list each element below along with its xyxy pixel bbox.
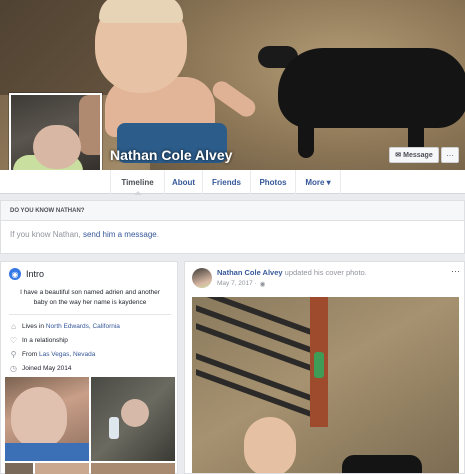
- do-you-know-header: DO YOU KNOW NATHAN?: [1, 201, 464, 221]
- intro-lives-in: ⌂ Lives in North Edwards, California: [9, 320, 120, 332]
- globe-icon: ◉: [259, 281, 266, 288]
- photo-thumbnail[interactable]: [5, 463, 33, 474]
- photo-shirt: [5, 443, 89, 461]
- do-you-know-text: If you know Nathan, send him a message.: [1, 221, 464, 248]
- photo-bottle: [109, 417, 119, 439]
- profile-tab-bar: Timeline About Friends Photos More ▾: [0, 170, 465, 195]
- from-link[interactable]: Las Vegas, Nevada: [39, 351, 95, 358]
- message-button[interactable]: ✉ Message: [389, 147, 439, 163]
- profile-more-button[interactable]: ···: [441, 147, 459, 163]
- post-meta: May 7, 2017 · ◉: [217, 280, 265, 288]
- photo-thumbnail[interactable]: [91, 377, 175, 461]
- dog: [342, 455, 422, 473]
- photo-thumbnail[interactable]: [5, 377, 89, 461]
- lives-in-link[interactable]: North Edwards, California: [46, 323, 120, 330]
- cover-child: [95, 0, 259, 170]
- intro-title-row: ◉ Intro: [9, 268, 44, 280]
- do-you-know-box: DO YOU KNOW NATHAN? If you know Nathan, …: [0, 200, 465, 254]
- profile-name[interactable]: Nathan Cole Alvey: [110, 147, 232, 163]
- dog-leg: [298, 113, 314, 158]
- tab-more[interactable]: More ▾: [295, 170, 341, 194]
- clock-icon: ◷: [10, 363, 17, 373]
- cover-dog: [258, 38, 465, 158]
- intro-photos-grid: [5, 377, 175, 474]
- intro-bio: I have a beautiful son named adrien and …: [20, 289, 160, 306]
- post-cover-photo[interactable]: [192, 297, 459, 473]
- lives-prefix: Lives in: [22, 322, 46, 330]
- intro-card: ◉ Intro I have a beautiful son named adr…: [0, 261, 178, 474]
- tab-friends[interactable]: Friends: [202, 170, 250, 194]
- heart-icon: ♡: [9, 335, 18, 345]
- globe-icon: ◉: [9, 268, 21, 280]
- intro-title: Intro: [26, 269, 45, 279]
- location-pin-icon: ⚲: [10, 349, 17, 359]
- post-action: updated his cover photo.: [282, 268, 367, 277]
- home-icon: ⌂: [11, 321, 16, 331]
- profile-adult: [79, 95, 100, 155]
- intro-from: ⚲ From Las Vegas, Nevada: [9, 348, 96, 360]
- post-author-avatar[interactable]: [192, 268, 212, 288]
- intro-joined: ◷ Joined May 2014: [9, 362, 72, 374]
- photo-thumbnail[interactable]: [91, 463, 175, 474]
- post-header: Nathan Cole Alvey updated his cover phot…: [217, 268, 367, 277]
- post-author-link[interactable]: Nathan Cole Alvey: [217, 268, 283, 277]
- timeline-post: Nathan Cole Alvey updated his cover phot…: [184, 261, 465, 474]
- message-button-label: Message: [403, 151, 433, 159]
- tab-photos[interactable]: Photos: [250, 170, 295, 194]
- post-options-button[interactable]: ···: [451, 266, 460, 276]
- child-head: [244, 417, 296, 473]
- send-message-link[interactable]: send him a message: [83, 230, 157, 239]
- intro-relationship: ♡ In a relationship: [9, 334, 68, 346]
- post-date[interactable]: May 7, 2017 ·: [217, 280, 257, 288]
- tab-timeline[interactable]: Timeline: [110, 170, 164, 195]
- intro-divider: [9, 314, 171, 315]
- photo-face: [11, 387, 67, 449]
- tab-about[interactable]: About: [164, 170, 202, 194]
- photo-baby: [121, 399, 149, 427]
- do-you-know-suffix: .: [156, 230, 159, 239]
- do-you-know-prefix: If you know Nathan,: [10, 230, 83, 239]
- green-rope: [314, 352, 324, 378]
- from-prefix: From: [22, 350, 39, 358]
- messenger-icon: ✉: [395, 152, 402, 159]
- profile-baby: [33, 125, 81, 169]
- relationship-text: In a relationship: [22, 336, 68, 344]
- photo-thumbnail[interactable]: [35, 463, 89, 474]
- joined-text: Joined May 2014: [22, 364, 72, 372]
- child-hair: [99, 0, 183, 23]
